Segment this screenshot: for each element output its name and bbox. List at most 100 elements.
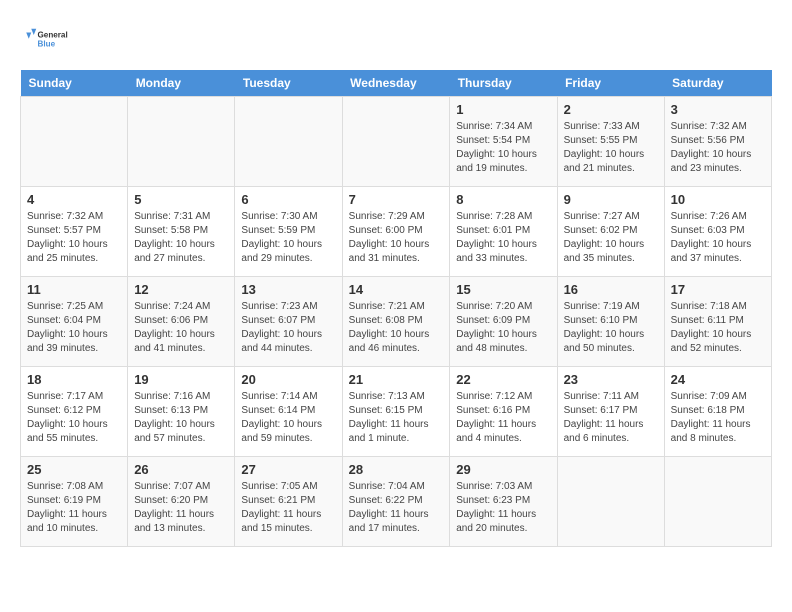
calendar-cell: 16 Sunrise: 7:19 AM Sunset: 6:10 PM Dayli… xyxy=(557,277,664,367)
day-info: Sunrise: 7:32 AM Sunset: 5:56 PM Dayligh… xyxy=(671,120,765,176)
day-number: 24 xyxy=(671,372,765,387)
calendar-cell: 11 Sunrise: 7:25 AM Sunset: 6:04 PM Dayli… xyxy=(21,277,128,367)
day-info: Sunrise: 7:27 AM Sunset: 6:02 PM Dayligh… xyxy=(564,210,658,266)
day-info: Sunrise: 7:23 AM Sunset: 6:07 PM Dayligh… xyxy=(241,300,335,356)
day-info: Sunrise: 7:33 AM Sunset: 5:55 PM Dayligh… xyxy=(564,120,658,176)
calendar-cell xyxy=(664,457,771,547)
calendar-cell: 29 Sunrise: 7:03 AM Sunset: 6:23 PM Dayli… xyxy=(450,457,557,547)
day-number: 16 xyxy=(564,282,658,297)
day-number: 20 xyxy=(241,372,335,387)
day-number: 28 xyxy=(349,462,444,477)
week-row-5: 25Sunrise: 7:08 AM Sunset: 6:19 PM Dayli… xyxy=(21,457,772,547)
calendar-cell: 15 Sunrise: 7:20 AM Sunset: 6:09 PM Dayli… xyxy=(450,277,557,367)
day-number: 8 xyxy=(456,192,550,207)
week-row-4: 18 Sunrise: 7:17 AM Sunset: 6:12 PM Dayli… xyxy=(21,367,772,457)
calendar-cell: 18 Sunrise: 7:17 AM Sunset: 6:12 PM Dayli… xyxy=(21,367,128,457)
day-number: 1 xyxy=(456,102,550,117)
days-header-row: SundayMondayTuesdayWednesdayThursdayFrid… xyxy=(21,70,772,97)
day-header-sunday: Sunday xyxy=(21,70,128,97)
day-header-wednesday: Wednesday xyxy=(342,70,450,97)
calendar-cell: 1 Sunrise: 7:34 AM Sunset: 5:54 PM Daylig… xyxy=(450,97,557,187)
day-info: Sunrise: 7:25 AM Sunset: 6:04 PM Dayligh… xyxy=(27,300,121,356)
calendar-cell: 20 Sunrise: 7:14 AM Sunset: 6:14 PM Dayli… xyxy=(235,367,342,457)
calendar-cell xyxy=(128,97,235,187)
calendar-cell: 13Sunrise: 7:23 AM Sunset: 6:07 PM Dayli… xyxy=(235,277,342,367)
calendar-cell: 28Sunrise: 7:04 AM Sunset: 6:22 PM Dayli… xyxy=(342,457,450,547)
day-info: Sunrise: 7:19 AM Sunset: 6:10 PM Dayligh… xyxy=(564,300,658,356)
logo: General Blue xyxy=(20,20,70,60)
calendar-cell xyxy=(235,97,342,187)
svg-text:General: General xyxy=(38,31,68,40)
day-info: Sunrise: 7:26 AM Sunset: 6:03 PM Dayligh… xyxy=(671,210,765,266)
day-info: Sunrise: 7:30 AM Sunset: 5:59 PM Dayligh… xyxy=(241,210,335,266)
week-row-1: 1 Sunrise: 7:34 AM Sunset: 5:54 PM Daylig… xyxy=(21,97,772,187)
calendar-cell: 3 Sunrise: 7:32 AM Sunset: 5:56 PM Daylig… xyxy=(664,97,771,187)
calendar-cell: 23 Sunrise: 7:11 AM Sunset: 6:17 PM Dayli… xyxy=(557,367,664,457)
day-info: Sunrise: 7:13 AM Sunset: 6:15 PM Dayligh… xyxy=(349,390,444,446)
day-number: 25 xyxy=(27,462,121,477)
header: General Blue xyxy=(20,20,772,60)
day-info: Sunrise: 7:16 AM Sunset: 6:13 PM Dayligh… xyxy=(134,390,228,446)
svg-text:Blue: Blue xyxy=(38,39,56,48)
day-number: 3 xyxy=(671,102,765,117)
day-info: Sunrise: 7:14 AM Sunset: 6:14 PM Dayligh… xyxy=(241,390,335,446)
day-info: Sunrise: 7:34 AM Sunset: 5:54 PM Dayligh… xyxy=(456,120,550,176)
day-info: Sunrise: 7:28 AM Sunset: 6:01 PM Dayligh… xyxy=(456,210,550,266)
week-row-3: 11 Sunrise: 7:25 AM Sunset: 6:04 PM Dayli… xyxy=(21,277,772,367)
day-info: Sunrise: 7:11 AM Sunset: 6:17 PM Dayligh… xyxy=(564,390,658,446)
day-header-saturday: Saturday xyxy=(664,70,771,97)
day-info: Sunrise: 7:17 AM Sunset: 6:12 PM Dayligh… xyxy=(27,390,121,446)
day-header-monday: Monday xyxy=(128,70,235,97)
calendar-cell: 4Sunrise: 7:32 AM Sunset: 5:57 PM Daylig… xyxy=(21,187,128,277)
day-info: Sunrise: 7:21 AM Sunset: 6:08 PM Dayligh… xyxy=(349,300,444,356)
day-number: 15 xyxy=(456,282,550,297)
day-number: 12 xyxy=(134,282,228,297)
calendar-cell: 6 Sunrise: 7:30 AM Sunset: 5:59 PM Daylig… xyxy=(235,187,342,277)
day-number: 29 xyxy=(456,462,550,477)
day-number: 11 xyxy=(27,282,121,297)
calendar-cell: 26 Sunrise: 7:07 AM Sunset: 6:20 PM Dayli… xyxy=(128,457,235,547)
day-number: 19 xyxy=(134,372,228,387)
calendar-cell: 14 Sunrise: 7:21 AM Sunset: 6:08 PM Dayli… xyxy=(342,277,450,367)
day-number: 10 xyxy=(671,192,765,207)
day-info: Sunrise: 7:07 AM Sunset: 6:20 PM Dayligh… xyxy=(134,480,228,536)
calendar-cell: 2Sunrise: 7:33 AM Sunset: 5:55 PM Daylig… xyxy=(557,97,664,187)
day-number: 27 xyxy=(241,462,335,477)
day-number: 21 xyxy=(349,372,444,387)
calendar-table: SundayMondayTuesdayWednesdayThursdayFrid… xyxy=(20,70,772,547)
week-row-2: 4Sunrise: 7:32 AM Sunset: 5:57 PM Daylig… xyxy=(21,187,772,277)
day-number: 26 xyxy=(134,462,228,477)
day-number: 14 xyxy=(349,282,444,297)
day-header-thursday: Thursday xyxy=(450,70,557,97)
day-info: Sunrise: 7:03 AM Sunset: 6:23 PM Dayligh… xyxy=(456,480,550,536)
day-info: Sunrise: 7:18 AM Sunset: 6:11 PM Dayligh… xyxy=(671,300,765,356)
day-info: Sunrise: 7:20 AM Sunset: 6:09 PM Dayligh… xyxy=(456,300,550,356)
calendar-cell: 9 Sunrise: 7:27 AM Sunset: 6:02 PM Daylig… xyxy=(557,187,664,277)
day-info: Sunrise: 7:32 AM Sunset: 5:57 PM Dayligh… xyxy=(27,210,121,266)
calendar-cell: 22 Sunrise: 7:12 AM Sunset: 6:16 PM Dayli… xyxy=(450,367,557,457)
calendar-cell: 10 Sunrise: 7:26 AM Sunset: 6:03 PM Dayli… xyxy=(664,187,771,277)
day-header-friday: Friday xyxy=(557,70,664,97)
day-number: 23 xyxy=(564,372,658,387)
calendar-cell: 25Sunrise: 7:08 AM Sunset: 6:19 PM Dayli… xyxy=(21,457,128,547)
calendar-cell xyxy=(557,457,664,547)
day-number: 5 xyxy=(134,192,228,207)
day-number: 9 xyxy=(564,192,658,207)
logo-svg: General Blue xyxy=(20,20,70,60)
day-number: 18 xyxy=(27,372,121,387)
day-header-tuesday: Tuesday xyxy=(235,70,342,97)
calendar-cell: 8 Sunrise: 7:28 AM Sunset: 6:01 PM Daylig… xyxy=(450,187,557,277)
day-info: Sunrise: 7:05 AM Sunset: 6:21 PM Dayligh… xyxy=(241,480,335,536)
calendar-cell: 7Sunrise: 7:29 AM Sunset: 6:00 PM Daylig… xyxy=(342,187,450,277)
day-number: 22 xyxy=(456,372,550,387)
calendar-cell xyxy=(342,97,450,187)
day-info: Sunrise: 7:12 AM Sunset: 6:16 PM Dayligh… xyxy=(456,390,550,446)
calendar-cell: 27 Sunrise: 7:05 AM Sunset: 6:21 PM Dayli… xyxy=(235,457,342,547)
calendar-cell: 24 Sunrise: 7:09 AM Sunset: 6:18 PM Dayli… xyxy=(664,367,771,457)
day-number: 6 xyxy=(241,192,335,207)
calendar-cell: 17 Sunrise: 7:18 AM Sunset: 6:11 PM Dayli… xyxy=(664,277,771,367)
day-number: 7 xyxy=(349,192,444,207)
day-info: Sunrise: 7:09 AM Sunset: 6:18 PM Dayligh… xyxy=(671,390,765,446)
day-number: 17 xyxy=(671,282,765,297)
calendar-cell: 21 Sunrise: 7:13 AM Sunset: 6:15 PM Dayli… xyxy=(342,367,450,457)
